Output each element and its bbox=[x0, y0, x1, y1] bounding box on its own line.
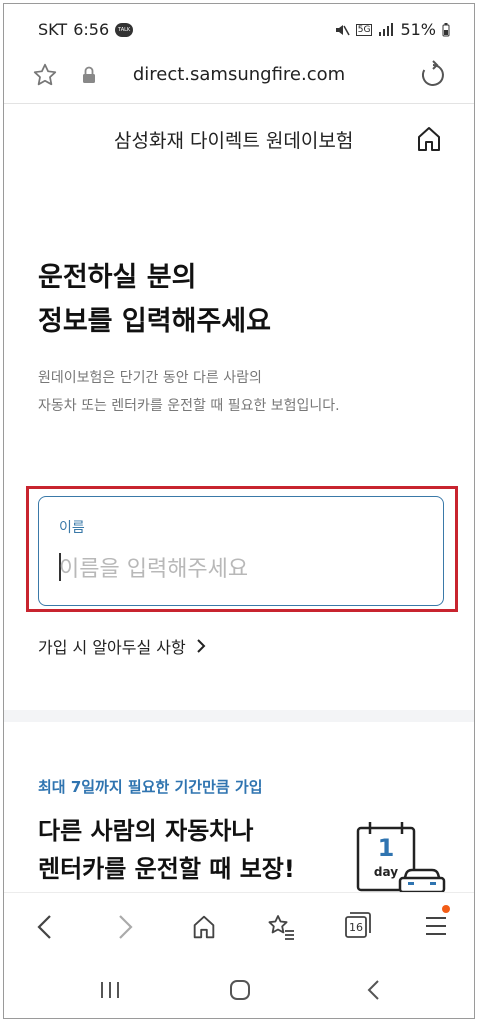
notice-link-label: 가입 시 알아두실 사항 bbox=[38, 638, 186, 657]
system-home-icon[interactable] bbox=[228, 978, 252, 1002]
status-bar: SKT 6:56 TALK 5G 51% bbox=[4, 4, 474, 48]
screen: SKT 6:56 TALK 5G 51% direct.samsungfire.… bbox=[3, 3, 475, 1019]
page-description: 원데이보험은 단기간 동안 다른 사람의 자동차 또는 렌터카를 운전할 때 필… bbox=[38, 364, 340, 420]
name-field-label: 이름 bbox=[59, 520, 85, 536]
name-input[interactable] bbox=[59, 549, 419, 589]
calendar-number: 1 bbox=[378, 834, 395, 862]
clock-text: 6:56 bbox=[73, 20, 110, 39]
name-field[interactable]: 이름 bbox=[38, 496, 444, 606]
oneday-calendar-car-icon: 1 day bbox=[356, 822, 446, 898]
page-title-line1: 운전하실 분의 bbox=[38, 262, 197, 293]
page-title-line2: 정보를 입력해주세요 bbox=[38, 306, 271, 337]
section-divider bbox=[4, 710, 474, 722]
page-description-line1: 원데이보험은 단기간 동안 다른 사람의 bbox=[38, 370, 262, 386]
browser-home-icon[interactable] bbox=[190, 913, 218, 941]
site-header: 삼성화재 다이렉트 원데이보험 bbox=[4, 120, 474, 164]
signal-icon bbox=[379, 22, 394, 36]
browser-address-bar: direct.samsungfire.com bbox=[4, 48, 474, 104]
url-text[interactable]: direct.samsungfire.com bbox=[4, 64, 474, 85]
mute-icon bbox=[335, 24, 350, 35]
back-icon[interactable] bbox=[34, 913, 58, 941]
home-icon[interactable] bbox=[414, 124, 444, 154]
page-title: 운전하실 분의 정보를 입력해주세요 bbox=[38, 256, 271, 344]
site-title: 삼성화재 다이렉트 원데이보험 bbox=[114, 130, 354, 152]
notice-link[interactable]: 가입 시 알아두실 사항 bbox=[38, 634, 206, 658]
promo-title: 다른 사람의 자동차나 렌터카를 운전할 때 보장! bbox=[38, 812, 295, 888]
recent-apps-icon[interactable] bbox=[98, 978, 122, 1002]
reload-icon[interactable] bbox=[418, 60, 448, 90]
kakaotalk-icon: TALK bbox=[115, 22, 134, 37]
bookmarks-icon[interactable] bbox=[266, 913, 296, 941]
system-navigation bbox=[4, 962, 474, 1018]
promo-tag: 최대 7일까지 필요한 기간만큼 가입 bbox=[38, 778, 263, 796]
menu-icon[interactable] bbox=[424, 913, 448, 939]
promo-title-line1: 다른 사람의 자동차나 bbox=[38, 817, 254, 845]
tab-count: 16 bbox=[349, 921, 363, 934]
calendar-unit: day bbox=[374, 865, 398, 879]
page-description-line2: 자동차 또는 렌터카를 운전할 때 필요한 보험입니다. bbox=[38, 398, 340, 414]
chevron-right-icon bbox=[197, 639, 206, 653]
notification-dot bbox=[442, 905, 450, 913]
system-back-icon[interactable] bbox=[364, 978, 384, 1002]
network-badge: 5G bbox=[355, 23, 373, 36]
promo-title-line2: 렌터카를 운전할 때 보장! bbox=[38, 855, 295, 883]
carrier-text: SKT bbox=[38, 20, 68, 39]
forward-icon[interactable] bbox=[112, 913, 136, 941]
browser-toolbar: 16 bbox=[4, 892, 474, 962]
battery-icon bbox=[442, 22, 450, 36]
battery-percent: 51% bbox=[400, 20, 436, 39]
